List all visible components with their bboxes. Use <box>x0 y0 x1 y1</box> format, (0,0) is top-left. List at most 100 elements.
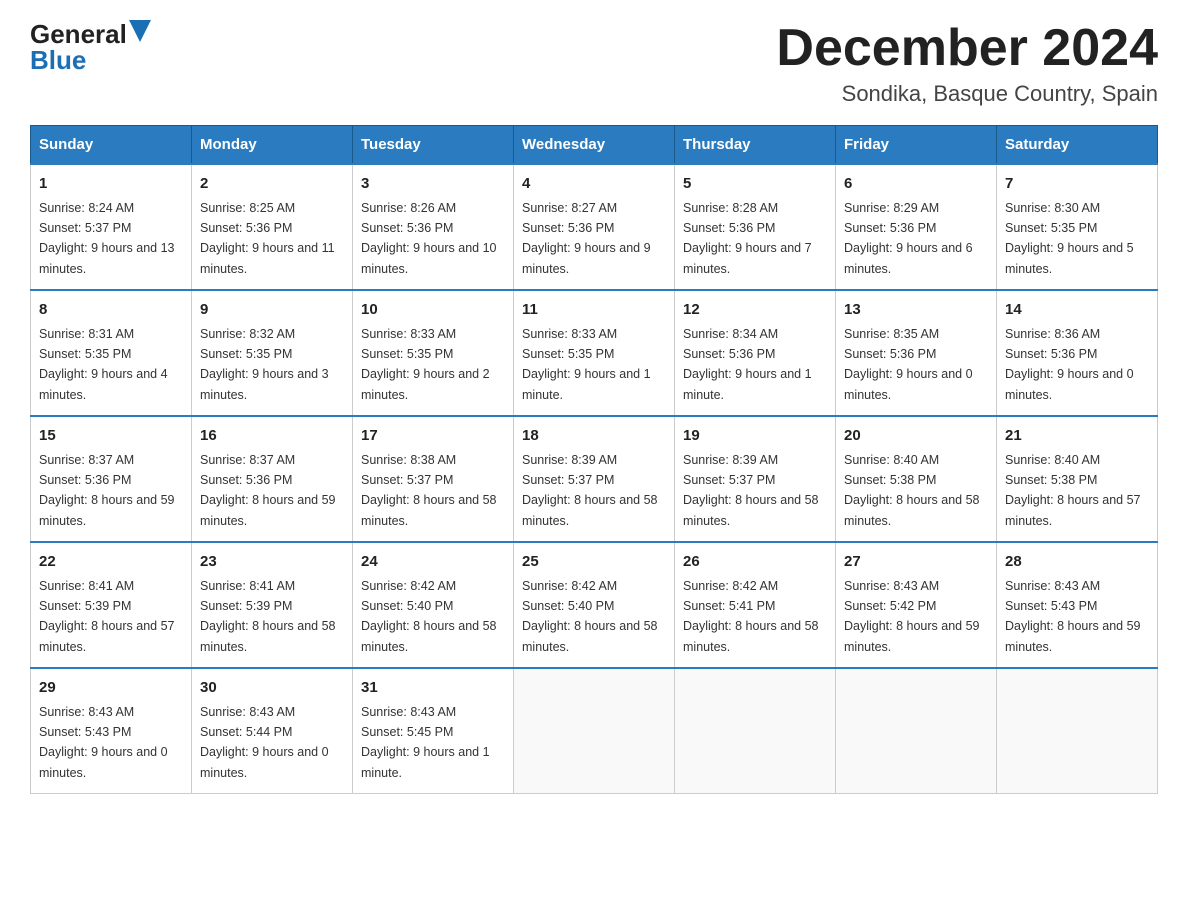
table-row: 23 Sunrise: 8:41 AMSunset: 5:39 PMDaylig… <box>192 542 353 668</box>
table-row: 21 Sunrise: 8:40 AMSunset: 5:38 PMDaylig… <box>997 416 1158 542</box>
day-info: Sunrise: 8:42 AMSunset: 5:41 PMDaylight:… <box>683 579 819 654</box>
table-row: 12 Sunrise: 8:34 AMSunset: 5:36 PMDaylig… <box>675 290 836 416</box>
table-row: 14 Sunrise: 8:36 AMSunset: 5:36 PMDaylig… <box>997 290 1158 416</box>
day-info: Sunrise: 8:39 AMSunset: 5:37 PMDaylight:… <box>683 453 819 528</box>
day-info: Sunrise: 8:40 AMSunset: 5:38 PMDaylight:… <box>1005 453 1141 528</box>
table-row: 19 Sunrise: 8:39 AMSunset: 5:37 PMDaylig… <box>675 416 836 542</box>
table-row: 9 Sunrise: 8:32 AMSunset: 5:35 PMDayligh… <box>192 290 353 416</box>
day-number: 11 <box>522 299 666 322</box>
page-title: December 2024 <box>776 20 1158 77</box>
table-row: 25 Sunrise: 8:42 AMSunset: 5:40 PMDaylig… <box>514 542 675 668</box>
calendar-week-row: 1 Sunrise: 8:24 AMSunset: 5:37 PMDayligh… <box>31 164 1158 290</box>
table-row <box>836 668 997 794</box>
table-row: 11 Sunrise: 8:33 AMSunset: 5:35 PMDaylig… <box>514 290 675 416</box>
day-number: 10 <box>361 299 505 322</box>
day-number: 15 <box>39 425 183 448</box>
table-row: 1 Sunrise: 8:24 AMSunset: 5:37 PMDayligh… <box>31 164 192 290</box>
day-number: 4 <box>522 173 666 196</box>
day-number: 18 <box>522 425 666 448</box>
day-info: Sunrise: 8:29 AMSunset: 5:36 PMDaylight:… <box>844 201 973 276</box>
page-header: General Blue December 2024 Sondika, Basq… <box>30 20 1158 107</box>
table-row: 28 Sunrise: 8:43 AMSunset: 5:43 PMDaylig… <box>997 542 1158 668</box>
table-row: 30 Sunrise: 8:43 AMSunset: 5:44 PMDaylig… <box>192 668 353 794</box>
day-number: 8 <box>39 299 183 322</box>
day-info: Sunrise: 8:28 AMSunset: 5:36 PMDaylight:… <box>683 201 812 276</box>
day-number: 24 <box>361 551 505 574</box>
table-row: 16 Sunrise: 8:37 AMSunset: 5:36 PMDaylig… <box>192 416 353 542</box>
day-number: 27 <box>844 551 988 574</box>
day-info: Sunrise: 8:38 AMSunset: 5:37 PMDaylight:… <box>361 453 497 528</box>
day-info: Sunrise: 8:42 AMSunset: 5:40 PMDaylight:… <box>361 579 497 654</box>
header-saturday: Saturday <box>997 126 1158 165</box>
day-info: Sunrise: 8:43 AMSunset: 5:45 PMDaylight:… <box>361 705 490 780</box>
day-info: Sunrise: 8:31 AMSunset: 5:35 PMDaylight:… <box>39 327 168 402</box>
logo: General Blue <box>30 20 151 74</box>
table-row <box>514 668 675 794</box>
table-row: 7 Sunrise: 8:30 AMSunset: 5:35 PMDayligh… <box>997 164 1158 290</box>
table-row <box>675 668 836 794</box>
day-info: Sunrise: 8:37 AMSunset: 5:36 PMDaylight:… <box>200 453 336 528</box>
calendar-week-row: 22 Sunrise: 8:41 AMSunset: 5:39 PMDaylig… <box>31 542 1158 668</box>
day-info: Sunrise: 8:33 AMSunset: 5:35 PMDaylight:… <box>361 327 490 402</box>
day-info: Sunrise: 8:37 AMSunset: 5:36 PMDaylight:… <box>39 453 175 528</box>
table-row: 20 Sunrise: 8:40 AMSunset: 5:38 PMDaylig… <box>836 416 997 542</box>
table-row: 29 Sunrise: 8:43 AMSunset: 5:43 PMDaylig… <box>31 668 192 794</box>
table-row: 8 Sunrise: 8:31 AMSunset: 5:35 PMDayligh… <box>31 290 192 416</box>
day-number: 29 <box>39 677 183 700</box>
table-row: 4 Sunrise: 8:27 AMSunset: 5:36 PMDayligh… <box>514 164 675 290</box>
calendar-week-row: 15 Sunrise: 8:37 AMSunset: 5:36 PMDaylig… <box>31 416 1158 542</box>
day-info: Sunrise: 8:32 AMSunset: 5:35 PMDaylight:… <box>200 327 329 402</box>
table-row: 13 Sunrise: 8:35 AMSunset: 5:36 PMDaylig… <box>836 290 997 416</box>
header-tuesday: Tuesday <box>353 126 514 165</box>
day-number: 25 <box>522 551 666 574</box>
day-number: 31 <box>361 677 505 700</box>
day-number: 30 <box>200 677 344 700</box>
day-info: Sunrise: 8:26 AMSunset: 5:36 PMDaylight:… <box>361 201 497 276</box>
day-number: 1 <box>39 173 183 196</box>
day-info: Sunrise: 8:42 AMSunset: 5:40 PMDaylight:… <box>522 579 658 654</box>
table-row <box>997 668 1158 794</box>
day-number: 20 <box>844 425 988 448</box>
day-info: Sunrise: 8:30 AMSunset: 5:35 PMDaylight:… <box>1005 201 1134 276</box>
day-number: 22 <box>39 551 183 574</box>
table-row: 18 Sunrise: 8:39 AMSunset: 5:37 PMDaylig… <box>514 416 675 542</box>
day-info: Sunrise: 8:39 AMSunset: 5:37 PMDaylight:… <box>522 453 658 528</box>
day-info: Sunrise: 8:33 AMSunset: 5:35 PMDaylight:… <box>522 327 651 402</box>
day-number: 16 <box>200 425 344 448</box>
day-number: 19 <box>683 425 827 448</box>
table-row: 2 Sunrise: 8:25 AMSunset: 5:36 PMDayligh… <box>192 164 353 290</box>
day-info: Sunrise: 8:34 AMSunset: 5:36 PMDaylight:… <box>683 327 812 402</box>
day-info: Sunrise: 8:27 AMSunset: 5:36 PMDaylight:… <box>522 201 651 276</box>
day-number: 12 <box>683 299 827 322</box>
day-number: 6 <box>844 173 988 196</box>
day-number: 23 <box>200 551 344 574</box>
page-subtitle: Sondika, Basque Country, Spain <box>776 81 1158 107</box>
day-info: Sunrise: 8:43 AMSunset: 5:43 PMDaylight:… <box>1005 579 1141 654</box>
day-info: Sunrise: 8:40 AMSunset: 5:38 PMDaylight:… <box>844 453 980 528</box>
day-info: Sunrise: 8:25 AMSunset: 5:36 PMDaylight:… <box>200 201 335 276</box>
day-number: 13 <box>844 299 988 322</box>
title-block: December 2024 Sondika, Basque Country, S… <box>776 20 1158 107</box>
table-row: 26 Sunrise: 8:42 AMSunset: 5:41 PMDaylig… <box>675 542 836 668</box>
day-number: 21 <box>1005 425 1149 448</box>
table-row: 3 Sunrise: 8:26 AMSunset: 5:36 PMDayligh… <box>353 164 514 290</box>
day-number: 17 <box>361 425 505 448</box>
day-number: 28 <box>1005 551 1149 574</box>
table-row: 17 Sunrise: 8:38 AMSunset: 5:37 PMDaylig… <box>353 416 514 542</box>
header-thursday: Thursday <box>675 126 836 165</box>
header-monday: Monday <box>192 126 353 165</box>
day-info: Sunrise: 8:35 AMSunset: 5:36 PMDaylight:… <box>844 327 973 402</box>
day-info: Sunrise: 8:24 AMSunset: 5:37 PMDaylight:… <box>39 201 175 276</box>
logo-triangle-icon <box>129 20 151 42</box>
day-number: 3 <box>361 173 505 196</box>
table-row: 22 Sunrise: 8:41 AMSunset: 5:39 PMDaylig… <box>31 542 192 668</box>
table-row: 10 Sunrise: 8:33 AMSunset: 5:35 PMDaylig… <box>353 290 514 416</box>
weekday-header-row: Sunday Monday Tuesday Wednesday Thursday… <box>31 126 1158 165</box>
day-info: Sunrise: 8:41 AMSunset: 5:39 PMDaylight:… <box>200 579 336 654</box>
day-number: 5 <box>683 173 827 196</box>
day-number: 26 <box>683 551 827 574</box>
day-info: Sunrise: 8:36 AMSunset: 5:36 PMDaylight:… <box>1005 327 1134 402</box>
day-number: 14 <box>1005 299 1149 322</box>
header-sunday: Sunday <box>31 126 192 165</box>
day-info: Sunrise: 8:43 AMSunset: 5:42 PMDaylight:… <box>844 579 980 654</box>
